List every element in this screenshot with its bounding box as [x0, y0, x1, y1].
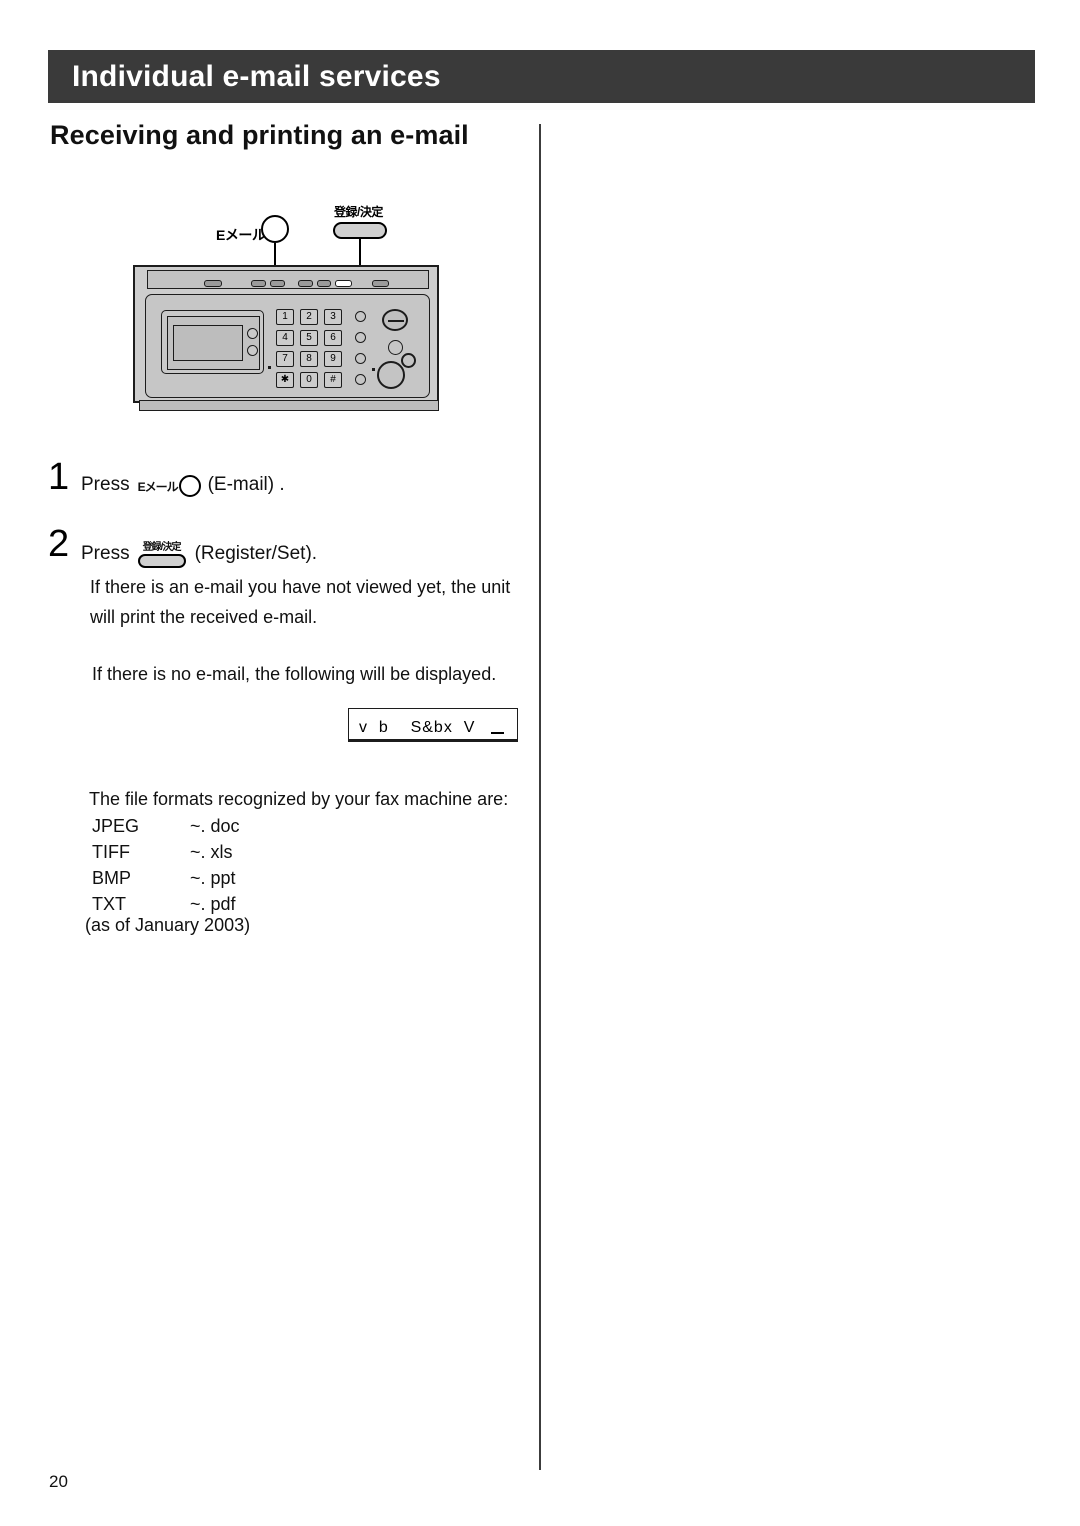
column-divider-rule: [539, 124, 541, 1470]
format-name: TIFF: [92, 842, 130, 862]
device-dial-knob: [382, 309, 408, 331]
keypad-key: #: [324, 372, 342, 388]
device-indicator-button-2: [355, 332, 366, 343]
keypad-key: 1: [276, 309, 294, 325]
top-strip-button-7: [372, 280, 389, 287]
step-1-number: 1: [48, 456, 70, 498]
inline-register-set-key-pill: [137, 554, 186, 568]
format-extension: ~. doc: [190, 816, 240, 836]
device-indicator-button-3: [355, 353, 366, 364]
paragraph-no-email: If there is no e-mail, the following wil…: [92, 664, 497, 684]
format-name: BMP: [92, 868, 132, 888]
paragraph-print-received-email: If there is an e-mail you have not viewe…: [90, 577, 511, 627]
table-row: TXT ~. pdf: [92, 891, 290, 917]
device-shell: 1 2 3 4 5 6 7 8 9 ✱ 0 #: [133, 265, 439, 411]
keypad-key: 2: [300, 309, 318, 325]
format-extension: ~. pdf: [190, 894, 236, 914]
device-dial-knob-slot: [388, 320, 404, 322]
inline-register-set-key-label-jp: 登録/決定: [142, 542, 182, 553]
device-body: 1 2 3 4 5 6 7 8 9 ✱ 0 #: [133, 265, 445, 413]
device-indicator-button-1: [355, 311, 366, 322]
top-strip-button-4: [298, 280, 313, 287]
top-strip-button-5: [317, 280, 331, 287]
step-2-text: Press 登録/決定 (Register/Set).: [81, 541, 318, 568]
step-1-press-word: Press: [81, 474, 130, 495]
lcd-display-text: v b S&bx V: [359, 719, 476, 736]
step-2-key-caption: (Register/Set).: [194, 542, 318, 564]
keypad-key: 7: [276, 351, 294, 367]
device-round-button-large: [377, 361, 405, 389]
callout-register-set-button-glyph: [333, 222, 387, 239]
page-title: Individual e-mail services: [72, 59, 441, 93]
table-row: BMP ~. ppt: [92, 865, 290, 891]
top-strip-button-2: [251, 280, 266, 287]
step-1-key-caption: (E-mail) .: [207, 474, 285, 495]
format-extension: ~. xls: [190, 842, 233, 862]
device-indicator-button-4: [355, 374, 366, 385]
keypad-key: 6: [324, 330, 342, 346]
file-formats-as-of-note: (as of January 2003): [85, 915, 251, 935]
panel-tick-dot-right: [372, 368, 375, 371]
keypad-key: 3: [324, 309, 342, 325]
device-email-button: [247, 328, 258, 339]
file-formats-table: JPEG ~. doc TIFF ~. xls BMP ~. ppt TXT ~…: [92, 813, 290, 917]
inline-email-key-label-jp: Eメール: [137, 479, 179, 494]
page-header-banner: Individual e-mail services: [48, 50, 1035, 103]
device-numeric-keypad: 1 2 3 4 5 6 7 8 9 ✱ 0 #: [276, 309, 342, 388]
callout-email-button-glyph: [261, 215, 289, 243]
inline-register-set-key-glyph: 登録/決定: [137, 542, 186, 568]
keypad-key: 5: [300, 330, 318, 346]
page-number: 20: [49, 1472, 68, 1491]
inline-email-key-circle: [178, 475, 201, 497]
top-strip-button-1: [204, 280, 222, 287]
keypad-key: 0: [300, 372, 318, 388]
device-round-button-mini: [401, 353, 416, 368]
step-1-text: Press Eメール (E-mail) .: [81, 474, 285, 497]
format-name: JPEG: [92, 816, 140, 836]
device-round-button-small: [388, 340, 403, 355]
keypad-key: 4: [276, 330, 294, 346]
step-2-press-word: Press: [81, 542, 130, 564]
callout-label-email-jp: Eメール: [216, 227, 266, 243]
keypad-key: 9: [324, 351, 342, 367]
fax-machine-illustration: Eメール 登録/決定 1 2 3 4 5 6 7 8 9 ✱ 0 #: [125, 195, 455, 430]
paragraph-file-formats-intro: The file formats recognized by your fax …: [89, 789, 509, 809]
inline-email-key-glyph: Eメール: [138, 475, 201, 497]
device-front-panel: 1 2 3 4 5 6 7 8 9 ✱ 0 #: [145, 294, 430, 398]
device-top-button-strip: [147, 270, 429, 289]
section-heading: Receiving and printing an e-mail: [50, 120, 469, 150]
callout-label-register-set-jp: 登録/決定: [334, 205, 383, 219]
top-strip-button-register-set: [335, 280, 352, 287]
top-strip-button-3: [270, 280, 285, 287]
lcd-display-readout: v b S&bx V: [348, 708, 518, 742]
device-base-foot: [139, 400, 439, 411]
device-lcd-inner-frame: [167, 316, 260, 370]
table-row: JPEG ~. doc: [92, 813, 290, 839]
panel-tick-dot-left: [268, 366, 271, 369]
device-lcd-bezel: [161, 310, 264, 374]
format-extension: ~. ppt: [190, 868, 236, 888]
step-2-number: 2: [48, 523, 70, 565]
leader-line-register-set: [359, 239, 361, 267]
keypad-key: 8: [300, 351, 318, 367]
format-name: TXT: [92, 894, 126, 914]
device-lcd-screen: [173, 325, 243, 361]
keypad-key: ✱: [276, 372, 294, 388]
leader-line-email: [274, 243, 276, 267]
device-lcd-side-button: [247, 345, 258, 356]
table-row: TIFF ~. xls: [92, 839, 290, 865]
lcd-display-cursor: [491, 732, 504, 734]
